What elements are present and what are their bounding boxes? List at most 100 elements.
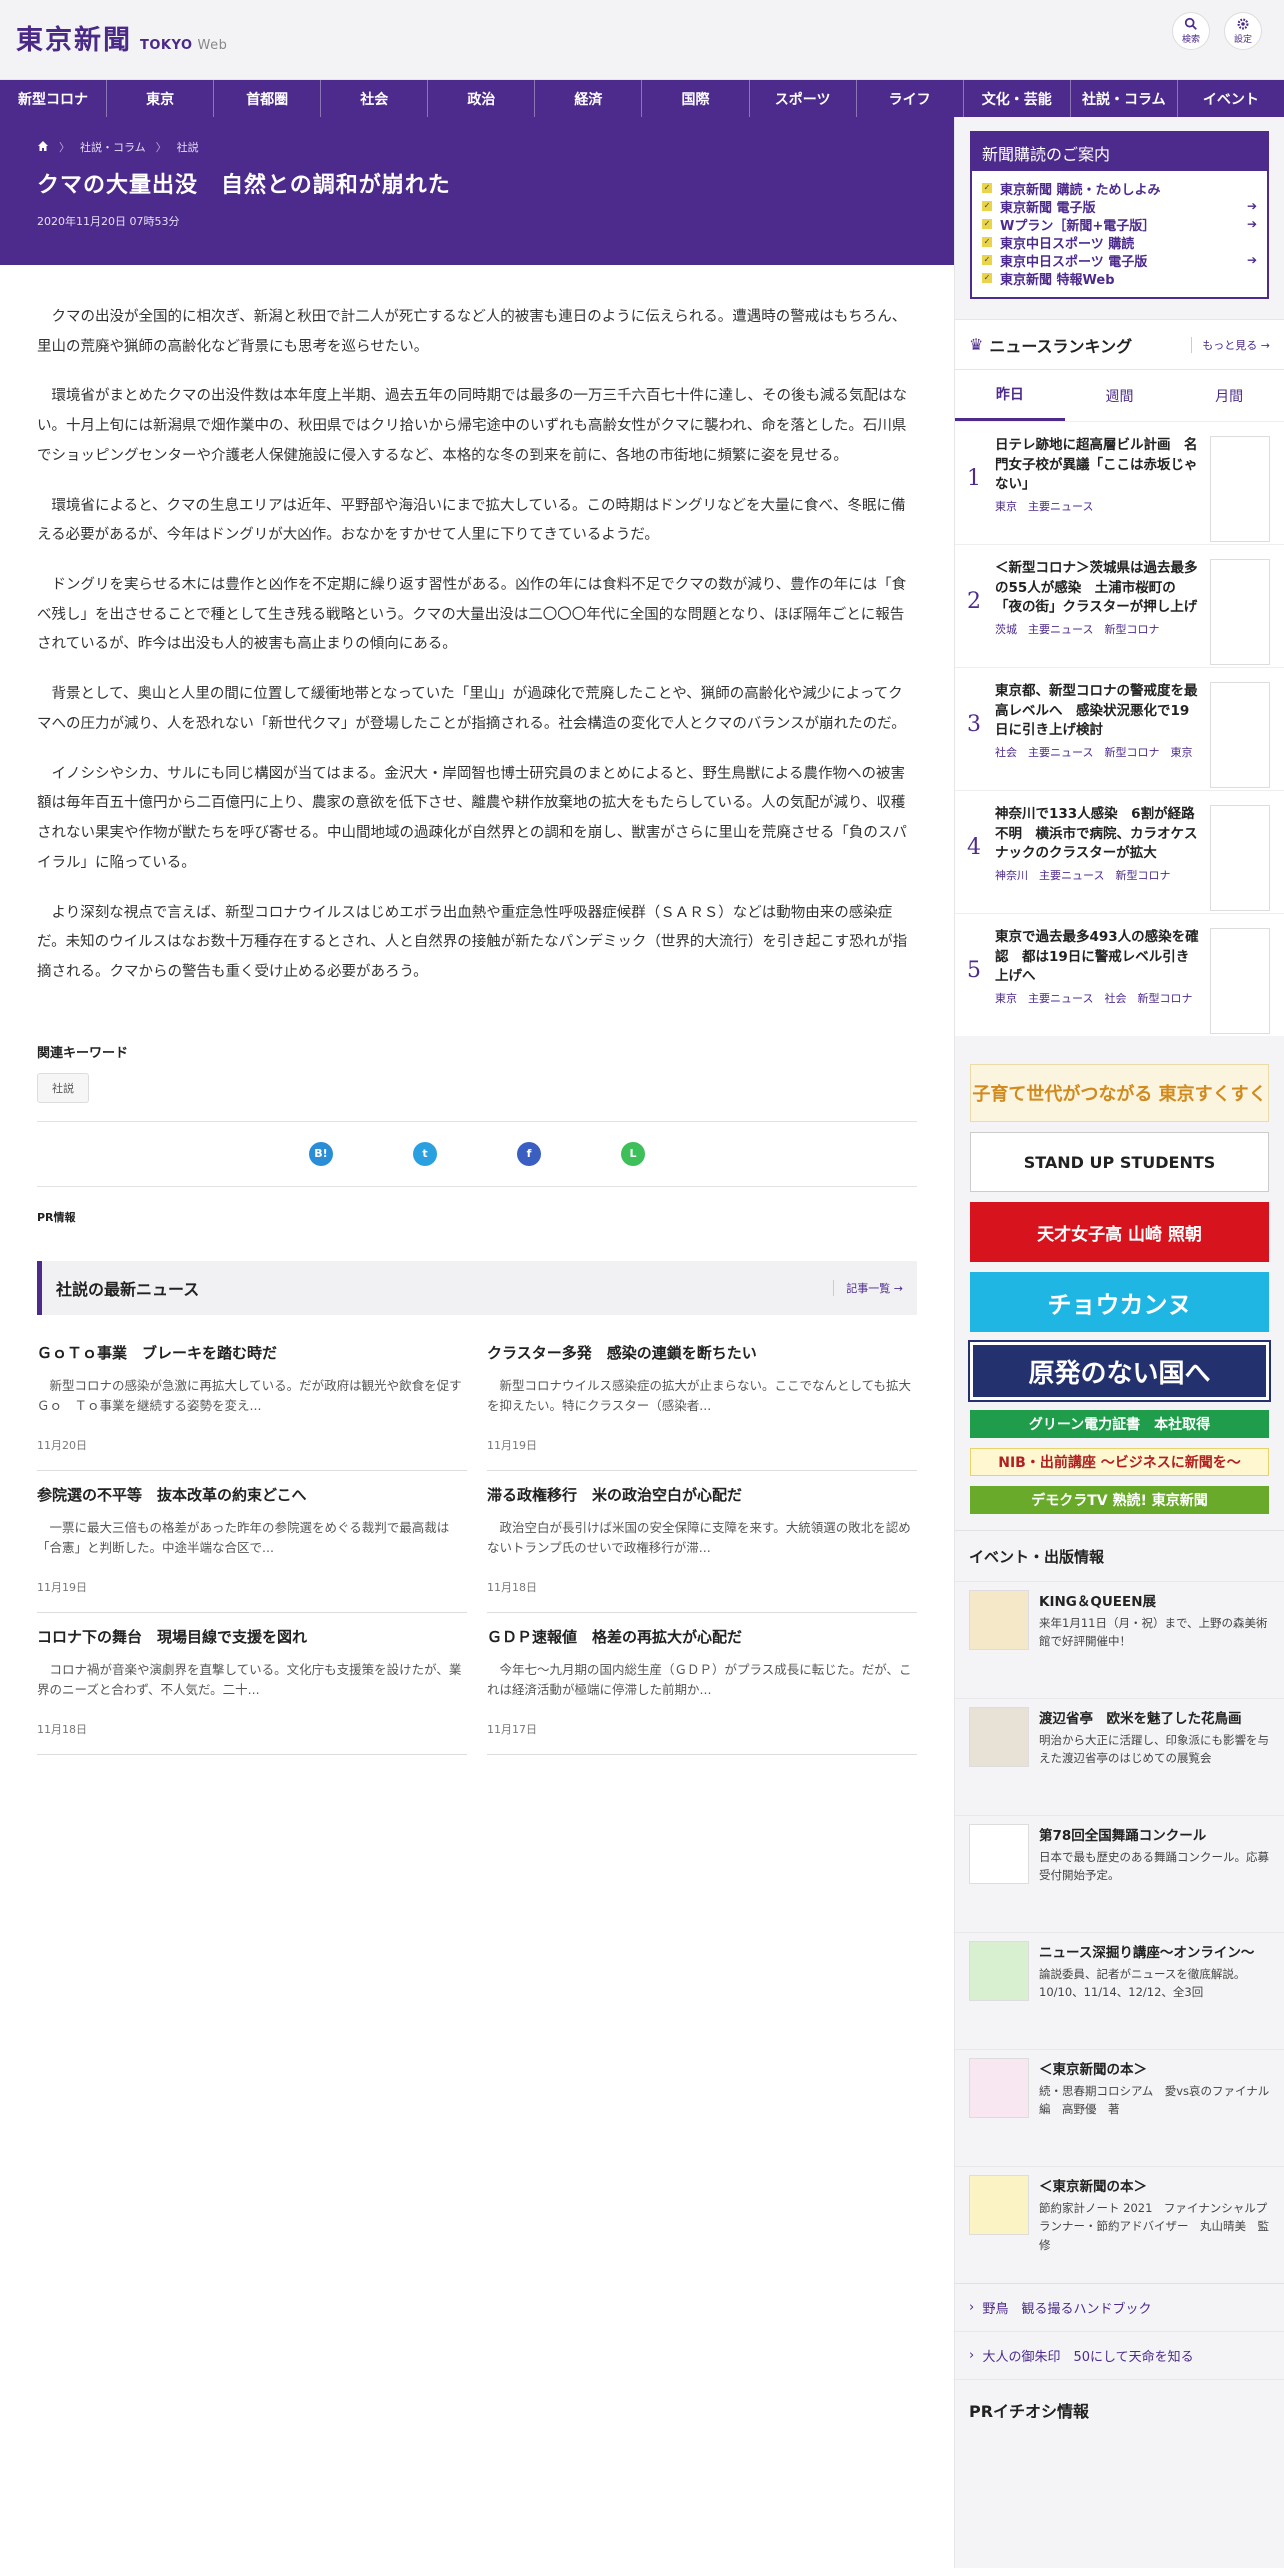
nib-banner[interactable]: NIB・出前講座 ～ビジネスに新聞を～ xyxy=(970,1448,1269,1476)
article-title: クマの大量出没 自然との調和が崩れた xyxy=(37,173,451,198)
breadcrumb-item-editorial[interactable]: 社説 xyxy=(177,139,199,155)
no-nuclear-banner[interactable]: 原発のない国へ xyxy=(968,1340,1271,1402)
ranking-headline[interactable]: 神奈川で133人感染 6割が経路不明 横浜市で病院、カラオケスナックのクラスター… xyxy=(995,805,1202,864)
search-icon xyxy=(1184,17,1197,30)
nav-item[interactable]: 政治 xyxy=(428,80,536,117)
sukusuku-banner[interactable]: 子育て世代がつながる 東京すくすく xyxy=(970,1064,1269,1122)
nav-item[interactable]: 社会 xyxy=(321,80,429,117)
event-item[interactable]: ＜東京新聞の本＞ 節約家計ノート 2021 ファイナンシャルプランナー・節約アドバ… xyxy=(955,2166,1284,2283)
ranking-item[interactable]: 1 日テレ跡地に超高層ビル計画 名門女子校が異議「ここは赤坂じゃない」 東京 主要ニ… xyxy=(955,421,1284,544)
editorial-title[interactable]: コロナ下の舞台 現場目線で支援を図れ xyxy=(37,1627,467,1648)
editorial-title[interactable]: クラスター多発 感染の連鎖を断ちたい xyxy=(487,1343,917,1364)
event-title[interactable]: ＜東京新聞の本＞ xyxy=(1039,2175,1270,2195)
ranking-tags[interactable]: 社会 主要ニュース 新型コロナ 東京 xyxy=(995,745,1202,762)
editorial-title[interactable]: ＧＤＰ速報値 格差の再拡大が心配だ xyxy=(487,1627,917,1648)
home-icon[interactable] xyxy=(37,140,49,155)
breadcrumb-item-column[interactable]: 社説・コラム xyxy=(80,139,146,155)
site-logo[interactable]: 東京新聞 TOKYO Web xyxy=(16,18,227,57)
event-thumbnail[interactable] xyxy=(969,1707,1029,1767)
ranking-tab[interactable]: 月間 xyxy=(1174,370,1284,421)
event-thumbnail[interactable] xyxy=(969,1590,1029,1650)
ranking-headline[interactable]: 日テレ跡地に超高層ビル計画 名門女子校が異議「ここは赤坂じゃない」 xyxy=(995,436,1202,495)
event-thumbnail[interactable] xyxy=(969,1941,1029,2001)
ranking-tags[interactable]: 神奈川 主要ニュース 新型コロナ xyxy=(995,868,1202,885)
editorial-title[interactable]: 滞る政権移行 米の政治空白が心配だ xyxy=(487,1485,917,1506)
subscription-link[interactable]: ✓ 東京中日スポーツ 購読 xyxy=(982,233,1257,252)
editorial-title[interactable]: 参院選の不平等 抜本改革の約束どこへ xyxy=(37,1485,467,1506)
nav-item[interactable]: イベント xyxy=(1178,80,1284,117)
nav-item[interactable]: 東京 xyxy=(107,80,215,117)
editorial-title[interactable]: ＧｏＴｏ事業 ブレーキを踏む時だ xyxy=(37,1343,467,1364)
democra-tv-banner[interactable]: デモクラTV 熟読! 東京新聞 xyxy=(970,1486,1269,1514)
green-power-banner[interactable]: グリーン電力証書 本社取得 xyxy=(970,1410,1269,1438)
editorial-card[interactable]: 滞る政権移行 米の政治空白が心配だ政治空白が長引けば米国の安全保障に支障を来す。… xyxy=(487,1471,917,1613)
event-item[interactable]: 渡辺省亭 欧米を魅了した花鳥画 明治から大正に活躍し、印象派にも影響を与えた渡辺省… xyxy=(955,1698,1284,1815)
ranking-headline[interactable]: ＜新型コロナ＞茨城県は過去最多の55人が感染 土浦市桜町の「夜の街」クラスターが… xyxy=(995,559,1202,618)
ranking-tags[interactable]: 東京 主要ニュース 社会 新型コロナ xyxy=(995,991,1202,1008)
ranking-number: 5 xyxy=(967,958,981,983)
event-thumbnail[interactable] xyxy=(969,2175,1029,2235)
nav-item[interactable]: 経済 xyxy=(535,80,643,117)
article-list-link[interactable]: 記事一覧 → xyxy=(833,1279,903,1296)
ranking-item[interactable]: 4 神奈川で133人感染 6割が経路不明 横浜市で病院、カラオケスナックのクラスタ… xyxy=(955,790,1284,913)
line-icon[interactable]: L xyxy=(621,1141,645,1166)
editorial-card[interactable]: クラスター多発 感染の連鎖を断ちたい新型コロナウイルス感染症の拡大が止まらない。… xyxy=(487,1329,917,1471)
ranking-tab[interactable]: 昨日 xyxy=(955,370,1065,421)
ranking-thumbnail[interactable] xyxy=(1210,682,1270,788)
event-title[interactable]: ＜東京新聞の本＞ xyxy=(1039,2058,1270,2078)
book-link[interactable]: › 大人の御朱印 50にして天命を知る xyxy=(955,2332,1284,2380)
book-link[interactable]: › 野鳥 観る撮るハンドブック xyxy=(955,2284,1284,2332)
editorial-summary: 新型コロナウイルス感染症の拡大が止まらない。ここでなんとしても拡大を抑えたい。特… xyxy=(487,1377,912,1414)
nav-item[interactable]: ライフ xyxy=(857,80,964,117)
editorial-card[interactable]: ＧｏＴｏ事業 ブレーキを踏む時だ 新型コロナの感染が急激に再拡大している。だが政府… xyxy=(37,1329,467,1471)
ranking-item[interactable]: 2 ＜新型コロナ＞茨城県は過去最多の55人が感染 土浦市桜町の「夜の街」クラスター… xyxy=(955,544,1284,667)
nav-item[interactable]: 社説・コラム xyxy=(1071,80,1178,117)
editorial-card[interactable]: ＧＤＰ速報値 格差の再拡大が心配だ 今年七～九月期の国内総生産（ＧＤＰ）がプラス成… xyxy=(487,1613,917,1755)
event-title[interactable]: KING＆QUEEN展 xyxy=(1039,1590,1270,1610)
twitter-icon[interactable]: t xyxy=(413,1141,437,1166)
event-item[interactable]: ＜東京新聞の本＞ 続・思春期コロシアム 愛vs哀のファイナル編 高野優 著 xyxy=(955,2049,1284,2166)
settings-button[interactable]: 設定 xyxy=(1224,12,1262,50)
ranking-tags[interactable]: 茨城 主要ニュース 新型コロナ xyxy=(995,622,1202,639)
nav-item[interactable]: 国際 xyxy=(642,80,750,117)
ranking-headline[interactable]: 東京で過去最多493人の感染を確認 都は19日に警戒レベル引き上げへ xyxy=(995,928,1202,987)
event-description: 節約家計ノート 2021 ファイナンシャルプランナー・節約アドバイザー 丸山晴美… xyxy=(1039,2201,1269,2252)
nav-item[interactable]: 新型コロナ xyxy=(0,80,108,117)
event-thumbnail[interactable] xyxy=(969,2058,1029,2118)
nav-item[interactable]: 文化・芸能 xyxy=(964,80,1071,117)
ranking-tags[interactable]: 東京 主要ニュース xyxy=(995,499,1202,516)
hatena-bookmark-icon[interactable]: B! xyxy=(309,1141,333,1166)
ranking-thumbnail[interactable] xyxy=(1210,805,1270,911)
subscription-link[interactable]: ✓ 東京新聞 購読・ためしよみ xyxy=(982,179,1257,198)
facebook-icon[interactable]: f xyxy=(517,1141,541,1166)
ranking-tab[interactable]: 週間 xyxy=(1065,370,1175,421)
event-item[interactable]: ニュース深掘り講座～オンライン～ 論説委員、記者がニュースを徹底解説。10/10、… xyxy=(955,1932,1284,2049)
event-item[interactable]: KING＆QUEEN展 来年1月11日（月・祝）まで、上野の森美術館で好評開催中！ xyxy=(955,1581,1284,1698)
search-button[interactable]: 検索 xyxy=(1172,12,1210,50)
subscription-link[interactable]: ✓ 東京新聞 特報Web xyxy=(982,269,1257,288)
event-title[interactable]: 渡辺省亭 欧米を魅了した花鳥画 xyxy=(1039,1707,1270,1727)
ranking-headline[interactable]: 東京都、新型コロナの警戒度を最高レベルへ 感染状況悪化で19日に引き上げ検討 xyxy=(995,682,1202,741)
event-title[interactable]: 第78回全国舞踊コンクール xyxy=(1039,1824,1270,1844)
ranking-thumbnail[interactable] xyxy=(1210,559,1270,665)
editorial-card[interactable]: 参院選の不平等 抜本改革の約束どこへ 一票に最大三倍もの格差があった昨年の参院選を… xyxy=(37,1471,467,1613)
ranking-item[interactable]: 5 東京で過去最多493人の感染を確認 都は19日に警戒レベル引き上げへ東京 主要… xyxy=(955,913,1284,1036)
choukanu-banner[interactable]: チョウカンヌ xyxy=(970,1272,1269,1332)
subscription-link[interactable]: ✓ Wプラン［新聞+電子版］ ➔ xyxy=(982,215,1257,234)
event-title[interactable]: ニュース深掘り講座～オンライン～ xyxy=(1039,1941,1270,1961)
yamazaki-banner[interactable]: 天才女子高 山崎 照朝 xyxy=(970,1202,1269,1262)
keyword-tag[interactable]: 社説 xyxy=(37,1072,89,1103)
event-item[interactable]: 第78回全国舞踊コンクール 日本で最も歴史のある舞踊コンクール。応募受付開始予定。 xyxy=(955,1815,1284,1932)
ranking-item[interactable]: 3 東京都、新型コロナの警戒度を最高レベルへ 感染状況悪化で19日に引き上げ検討社… xyxy=(955,667,1284,790)
ranking-thumbnail[interactable] xyxy=(1210,928,1270,1034)
event-thumbnail[interactable] xyxy=(969,1824,1029,1884)
ranking-more-link[interactable]: もっと見る → xyxy=(1191,336,1270,353)
subscription-link[interactable]: ✓ 東京新聞 電子版 ➔ xyxy=(982,197,1257,216)
nav-item[interactable]: 首都圏 xyxy=(214,80,322,117)
ranking-thumbnail[interactable] xyxy=(1210,436,1270,542)
stand-up-students-banner[interactable]: STAND UP STUDENTS xyxy=(970,1132,1269,1192)
editorial-card[interactable]: コロナ下の舞台 現場目線で支援を図れ コロナ禍が音楽や演劇界を直撃している。文化庁… xyxy=(37,1613,467,1755)
editorial-summary: 政治空白が長引けば米国の安全保障に支障を来す。大統領選の敗北を認めないトランプ氏… xyxy=(487,1519,911,1556)
subscription-link[interactable]: ✓ 東京中日スポーツ 電子版 ➔ xyxy=(982,251,1257,270)
nav-item[interactable]: スポーツ xyxy=(750,80,857,117)
